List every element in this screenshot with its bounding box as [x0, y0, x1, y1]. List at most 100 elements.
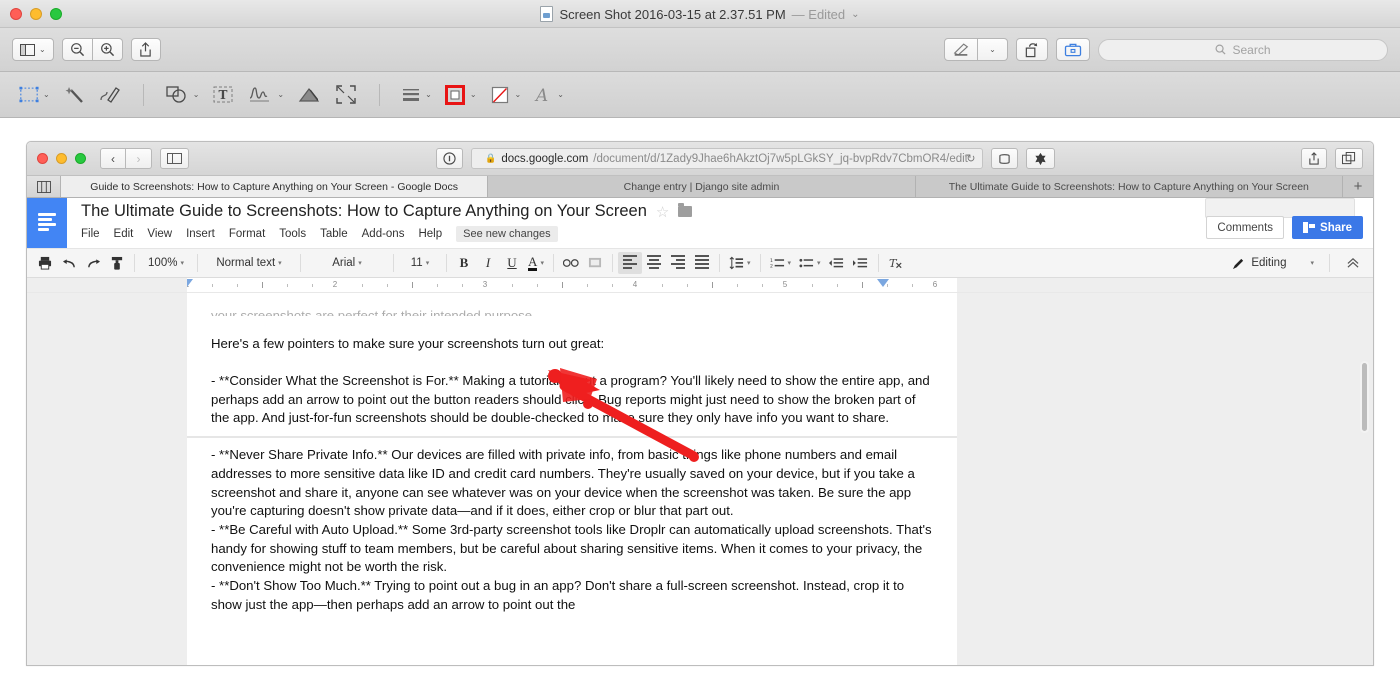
docs-search-stub[interactable]: [1205, 198, 1355, 218]
line-spacing-icon: [729, 256, 744, 270]
add-comment-icon: [588, 257, 602, 267]
mask-tool[interactable]: [291, 80, 327, 110]
bulleted-list-button[interactable]: ▾: [795, 252, 825, 274]
paragraph-style-select[interactable]: Normal text ▾: [203, 252, 295, 274]
browser-tab-3[interactable]: The Ultimate Guide to Screenshots: How t…: [915, 176, 1343, 197]
zoom-in-button[interactable]: [92, 38, 123, 61]
share-button[interactable]: Share: [1292, 216, 1363, 239]
add-comment-button[interactable]: [583, 252, 607, 274]
menu-format[interactable]: Format: [229, 228, 265, 240]
align-center-button[interactable]: [642, 252, 666, 274]
document-text[interactable]: Here's a few pointers to make sure your …: [187, 316, 957, 615]
share-button[interactable]: [1301, 148, 1327, 169]
crop-tool[interactable]: [329, 80, 363, 110]
menu-edit[interactable]: Edit: [114, 228, 134, 240]
new-tab-button[interactable]: +: [1342, 176, 1373, 197]
chevron-down-icon: ▾: [425, 260, 430, 267]
italic-button[interactable]: I: [476, 252, 500, 274]
sidebar-toggle-button[interactable]: ⌄: [12, 38, 54, 61]
reader-view-button[interactable]: [435, 148, 463, 169]
signature-tool[interactable]: ⌄: [242, 80, 289, 110]
rotate-button[interactable]: [1016, 38, 1048, 61]
star-icon[interactable]: ☆: [656, 203, 669, 221]
crop-expand-icon: [336, 85, 356, 104]
instant-alpha-tool[interactable]: [57, 80, 91, 110]
image-canvas[interactable]: ‹ › �: [0, 118, 1400, 684]
menu-file[interactable]: File: [81, 228, 100, 240]
align-justify-button[interactable]: [690, 252, 714, 274]
font-size-select[interactable]: 11 ▾: [399, 252, 441, 274]
docs-home-logo[interactable]: [27, 198, 67, 248]
ruler-number-2: 2: [332, 280, 338, 289]
document-page[interactable]: your screenshots are perfect for their i…: [187, 293, 957, 665]
font-select[interactable]: Arial ▾: [306, 252, 388, 274]
menu-table[interactable]: Table: [320, 228, 348, 240]
blank-line-1: [211, 316, 933, 335]
tab-sidebar-button[interactable]: [27, 176, 61, 197]
insert-link-button[interactable]: [559, 252, 583, 274]
address-bar[interactable]: 🔒 docs.google.com/document/d/1Zady9Jhae6…: [470, 148, 983, 169]
show-all-tabs-button[interactable]: [1335, 148, 1363, 169]
toolkit-button[interactable]: [1056, 38, 1090, 61]
font-style-tool[interactable]: A ⌄: [528, 80, 569, 110]
collapse-toolbar-button[interactable]: [1341, 252, 1365, 274]
safari-maximize-button[interactable]: [75, 153, 86, 164]
print-button[interactable]: [33, 252, 57, 274]
downloads-button[interactable]: [990, 148, 1018, 169]
sidebar-toggle-button[interactable]: [160, 148, 189, 169]
align-right-button[interactable]: [666, 252, 690, 274]
fill-color-tool[interactable]: ⌄: [484, 80, 527, 110]
forward-button[interactable]: ›: [126, 148, 152, 169]
zoom-select[interactable]: 100% ▾: [140, 252, 192, 274]
menu-tools[interactable]: Tools: [279, 228, 306, 240]
menu-insert[interactable]: Insert: [186, 228, 215, 240]
share-button[interactable]: [130, 38, 161, 61]
browser-tab-1[interactable]: Guide to Screenshots: How to Capture Any…: [61, 176, 489, 197]
back-button[interactable]: ‹: [100, 148, 126, 169]
text-tool[interactable]: T: [206, 80, 240, 110]
safari-close-button[interactable]: [37, 153, 48, 164]
ruler-page-area[interactable]: 1 2 3 4: [187, 278, 957, 292]
zoom-out-button[interactable]: [61, 38, 93, 61]
redo-button[interactable]: [81, 252, 105, 274]
paint-format-button[interactable]: [105, 252, 129, 274]
undo-button[interactable]: [57, 252, 81, 274]
markup-options-button[interactable]: ⌄: [978, 38, 1008, 61]
see-new-changes-button[interactable]: See new changes: [456, 226, 558, 242]
markup-button[interactable]: [944, 38, 978, 61]
text-color-button[interactable]: A ▾: [524, 252, 548, 274]
decrease-indent-button[interactable]: [825, 252, 849, 274]
folder-icon[interactable]: [678, 203, 693, 217]
align-left-button[interactable]: [618, 252, 642, 274]
menu-addons[interactable]: Add-ons: [362, 228, 405, 240]
document-scrollbar[interactable]: [1360, 361, 1369, 433]
comments-button[interactable]: Comments: [1206, 216, 1285, 239]
editing-mode-select[interactable]: Editing ▾: [1228, 252, 1318, 274]
chevron-down-icon[interactable]: ⌄: [851, 9, 859, 20]
underline-button[interactable]: U: [500, 252, 524, 274]
left-indent-marker[interactable]: [187, 279, 193, 287]
extension-button[interactable]: [1025, 148, 1055, 169]
stroke-weight-tool[interactable]: ⌄: [396, 80, 437, 110]
text-box-icon: T: [213, 86, 233, 103]
clear-formatting-button[interactable]: T: [884, 252, 908, 274]
sketch-pen-icon: [100, 86, 120, 103]
ruler-right-gutter: [957, 278, 1373, 292]
sketch-tool[interactable]: [93, 80, 127, 110]
menu-view[interactable]: View: [147, 228, 172, 240]
search-input[interactable]: Search: [1098, 38, 1388, 61]
shapes-tool[interactable]: ⌄: [160, 80, 205, 110]
reload-button[interactable]: ↻: [966, 152, 975, 165]
numbered-list-button[interactable]: 1 2 ▾: [766, 252, 796, 274]
browser-tab-2[interactable]: Change entry | Django site admin: [488, 176, 916, 197]
bold-button[interactable]: B: [452, 252, 476, 274]
document-title[interactable]: The Ultimate Guide to Screenshots: How t…: [81, 202, 647, 221]
selection-tool[interactable]: ⌄: [14, 80, 55, 110]
border-color-tool[interactable]: ⌄: [439, 80, 482, 110]
increase-indent-button[interactable]: [849, 252, 873, 274]
safari-minimize-button[interactable]: [56, 153, 67, 164]
right-indent-marker[interactable]: [877, 279, 889, 287]
toolbar-divider-2: [197, 254, 198, 272]
line-spacing-button[interactable]: ▾: [725, 252, 755, 274]
menu-help[interactable]: Help: [418, 228, 442, 240]
